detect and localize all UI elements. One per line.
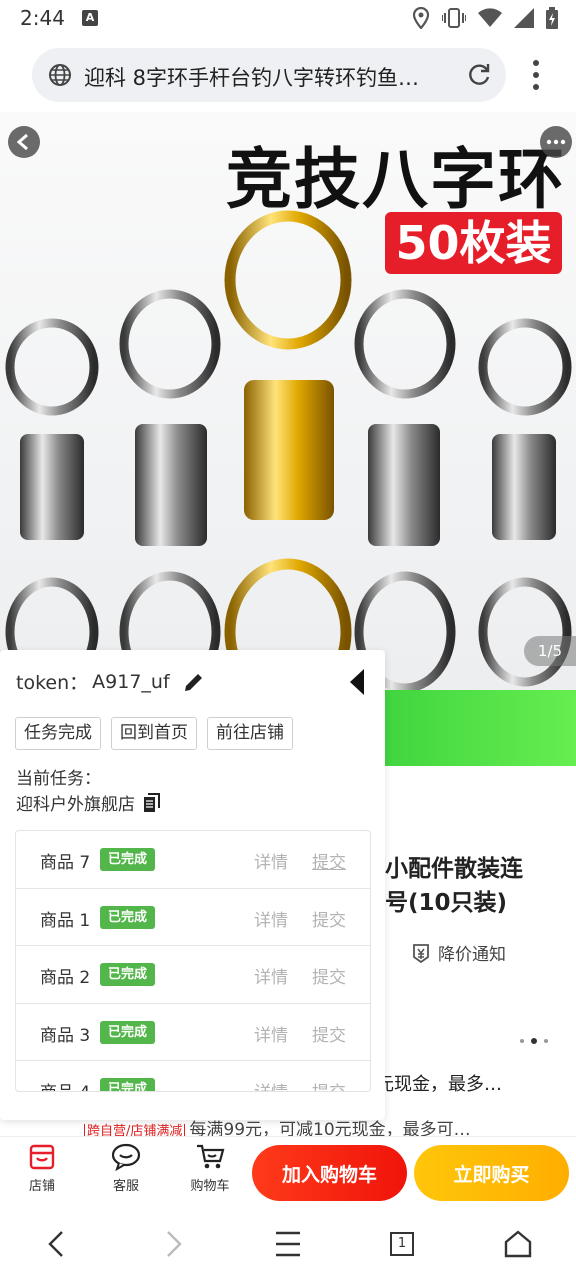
back-nav-icon[interactable]	[44, 1228, 68, 1260]
service-label: 客服	[112, 1179, 139, 1194]
home-icon[interactable]	[504, 1228, 532, 1260]
product-image[interactable]: 竞技八字环 50枚装 1/5	[0, 112, 576, 690]
detail-link[interactable]: 详情	[254, 906, 288, 931]
collapse-panel-icon[interactable]	[348, 668, 366, 696]
status-badge: 已完成	[100, 1078, 156, 1091]
submit-link[interactable]: 提交	[312, 1021, 346, 1046]
cart-label: 购物车	[190, 1179, 230, 1194]
status-icons	[412, 6, 558, 30]
row-name: 商品 7	[40, 853, 91, 873]
hero-badge: 50枚装	[385, 212, 562, 274]
yen-icon	[413, 943, 429, 963]
notification-a-icon: A	[82, 10, 98, 26]
image-counter: 1/5	[524, 636, 576, 666]
status-time: 2:44	[20, 6, 65, 30]
task-done-button[interactable]: 任务完成	[15, 717, 101, 750]
url-title[interactable]: 迎科 8字环手杆台钓八字转环钓鱼…	[84, 62, 456, 92]
wifi-icon	[478, 8, 502, 27]
submit-link[interactable]: 提交	[312, 906, 346, 931]
token-label: token：	[16, 672, 89, 694]
current-task-name: 迎科户外旗舰店	[16, 795, 135, 815]
more-icon[interactable]	[540, 126, 572, 158]
more-vert-icon[interactable]	[526, 58, 546, 92]
status-bar: 2:44 A	[0, 0, 576, 36]
url-bar[interactable]: 迎科 8字环手杆台钓八字转环钓鱼…	[32, 48, 506, 102]
panel-buttons: 任务完成 回到首页 前往店铺	[15, 717, 293, 750]
cart-button[interactable]: 购物车	[180, 1143, 240, 1194]
system-nav-bar: 1	[0, 1208, 576, 1280]
token-value: A917_uf	[92, 670, 170, 693]
back-icon[interactable]	[8, 126, 40, 158]
row-name: 商品 2	[40, 968, 91, 988]
price-notify-label: 降价通知	[438, 945, 506, 965]
add-to-cart-button[interactable]: 加入购物车	[252, 1145, 407, 1201]
product-title-line1: 小配件散装连	[385, 856, 523, 882]
service-button[interactable]: 客服	[96, 1143, 156, 1194]
copy-icon[interactable]	[143, 792, 161, 813]
row-name: 商品 3	[40, 1025, 91, 1046]
product-title: 小配件散装连 号(10只装)	[385, 852, 575, 920]
table-row: 商品 3 已完成 详情 提交	[16, 1004, 370, 1061]
table-row: 商品 4 已完成 详情 提交	[16, 1061, 370, 1091]
shop-label: 店铺	[28, 1179, 55, 1194]
carousel-dots-icon	[520, 1038, 548, 1044]
tabs-button[interactable]: 1	[390, 1232, 414, 1256]
hero-title: 竞技八字环	[226, 141, 566, 218]
row-name: 商品 1	[40, 910, 91, 931]
chat-icon	[111, 1143, 141, 1171]
location-icon	[412, 7, 430, 29]
menu-icon[interactable]	[274, 1228, 302, 1260]
promo-banner[interactable]	[370, 690, 576, 766]
price-notify-button[interactable]: 降价通知	[410, 940, 506, 965]
cart-icon	[197, 1144, 225, 1169]
battery-icon	[546, 7, 558, 29]
coupon-text: 元现金，最多…	[376, 1074, 502, 1095]
current-task-name-row: 迎科户外旗舰店	[16, 790, 161, 815]
detail-link[interactable]: 详情	[254, 1078, 288, 1091]
status-badge: 已完成	[100, 905, 156, 929]
edit-pencil-icon[interactable]	[182, 670, 206, 694]
reload-icon[interactable]	[466, 62, 492, 88]
token-row: token： A917_uf	[16, 668, 206, 695]
table-row: 商品 7 已完成 详情 提交	[16, 831, 370, 889]
go-shop-button[interactable]: 前往店铺	[207, 717, 293, 750]
detail-link[interactable]: 详情	[254, 1021, 288, 1046]
shop-button[interactable]: 店铺	[12, 1143, 72, 1194]
detail-link[interactable]: 详情	[254, 848, 288, 873]
tab-count: 1	[397, 1236, 407, 1251]
table-row: 商品 1 已完成 详情 提交	[16, 889, 370, 946]
status-badge: 已完成	[100, 848, 156, 871]
submit-link[interactable]: 提交	[312, 1078, 346, 1091]
action-bar: 店铺 客服 购物车 加入购物车 立即购买	[0, 1136, 576, 1208]
task-list[interactable]: 商品 7 已完成 详情 提交 商品 1 已完成 详情 提交 商品 2 已完成 详…	[15, 830, 371, 1092]
row-name: 商品 4	[40, 1078, 90, 1091]
task-panel: token： A917_uf 任务完成 回到首页 前往店铺 当前任务： 迎科户外…	[0, 650, 385, 1120]
forward-nav-icon[interactable]	[162, 1228, 186, 1260]
globe-icon	[49, 64, 71, 86]
status-badge: 已完成	[100, 1020, 156, 1044]
detail-link[interactable]: 详情	[254, 963, 288, 988]
table-row: 商品 2 已完成 详情 提交	[16, 946, 370, 1004]
submit-link[interactable]: 提交	[312, 963, 346, 988]
status-badge: 已完成	[100, 963, 156, 986]
vibrate-icon	[442, 8, 466, 28]
product-title-line2: 号(10只装)	[385, 890, 508, 916]
signal-icon	[514, 8, 534, 28]
buy-now-button[interactable]: 立即购买	[414, 1145, 569, 1201]
submit-link[interactable]: 提交	[312, 848, 346, 873]
shop-icon	[29, 1144, 55, 1170]
current-task-label: 当前任务：	[16, 769, 101, 789]
go-home-button[interactable]: 回到首页	[111, 717, 197, 750]
